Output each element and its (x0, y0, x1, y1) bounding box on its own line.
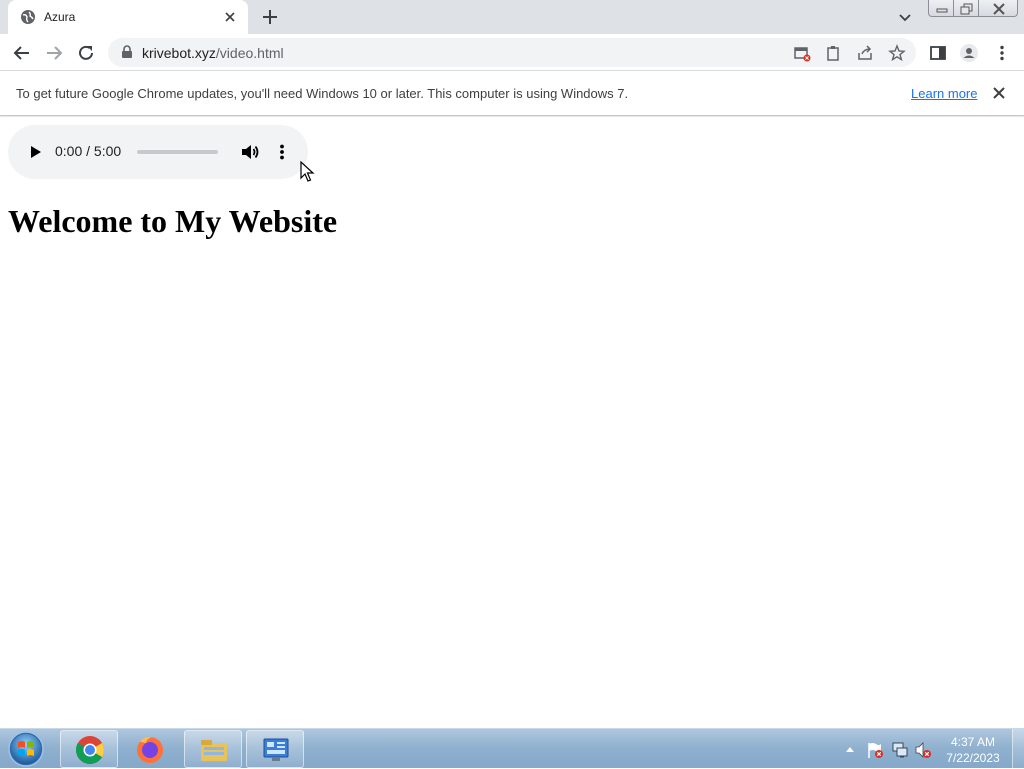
update-infobar: To get future Google Chrome updates, you… (0, 71, 1024, 116)
chevron-down-icon[interactable] (896, 8, 914, 26)
page-content: 0:00 / 5:00 Welcome to My Website (0, 117, 1024, 728)
new-tab-icon[interactable] (260, 7, 280, 27)
url-path: /video.html (215, 45, 284, 61)
clock-time: 4:37 AM (950, 735, 996, 749)
side-panel-icon[interactable] (928, 43, 948, 63)
audio-time: 0:00 / 5:00 (55, 143, 122, 159)
tab-strip: Azura (0, 0, 1024, 34)
network-icon[interactable] (891, 741, 909, 759)
taskbar-explorer-button[interactable] (184, 730, 242, 768)
url-host: krivebot.xyz (142, 45, 216, 61)
profile-avatar-icon[interactable] (959, 43, 979, 63)
menu-more-icon[interactable] (992, 43, 1012, 63)
globe-icon (21, 10, 35, 24)
minimize-icon (936, 8, 948, 13)
control-panel-icon (263, 738, 289, 761)
taskbar-control-panel-button[interactable] (246, 730, 304, 768)
chrome-icon (76, 736, 104, 764)
browser-toolbar: krivebot.xyz/video.html (0, 34, 1024, 71)
audio-player[interactable]: 0:00 / 5:00 (8, 125, 308, 179)
clock-date: 7/22/2023 (946, 751, 1000, 765)
infobar-message: To get future Google Chrome updates, you… (16, 86, 629, 101)
bookmark-star-icon[interactable] (888, 44, 906, 62)
action-center-flag-icon[interactable] (866, 741, 884, 759)
address-bar[interactable]: krivebot.xyz/video.html (108, 38, 916, 67)
mouse-cursor-icon (300, 161, 315, 182)
play-icon[interactable] (26, 143, 44, 161)
show-hidden-icons-icon[interactable] (845, 745, 855, 753)
minimize-button[interactable] (928, 0, 954, 17)
taskbar-chrome-button[interactable] (60, 730, 118, 768)
audio-seek-bar[interactable] (137, 150, 218, 154)
forward-arrow-icon[interactable] (44, 43, 64, 63)
close-icon[interactable] (991, 85, 1007, 101)
restore-icon (960, 3, 973, 15)
windows-taskbar: 4:37 AM 7/22/2023 (0, 728, 1024, 769)
firefox-icon[interactable] (134, 733, 166, 765)
file-explorer-icon (201, 740, 227, 761)
tab-title: Azura (44, 10, 76, 24)
tab-azura[interactable]: Azura (8, 0, 248, 34)
share-icon[interactable] (856, 44, 874, 62)
lock-icon[interactable] (120, 45, 134, 59)
windows-start-icon[interactable] (6, 730, 46, 768)
close-icon (993, 3, 1005, 15)
blocked-popup-icon[interactable] (793, 44, 811, 62)
restore-button[interactable] (953, 0, 979, 17)
volume-icon[interactable] (240, 142, 260, 162)
clipboard-icon[interactable] (824, 44, 842, 62)
window-close-button[interactable] (978, 0, 1018, 17)
page-heading: Welcome to My Website (8, 203, 338, 239)
show-desktop-button[interactable] (1012, 729, 1024, 769)
volume-muted-icon[interactable] (914, 741, 932, 759)
learn-more-link[interactable]: Learn more (911, 86, 977, 101)
back-arrow-icon[interactable] (12, 43, 32, 63)
reload-icon[interactable] (76, 43, 96, 63)
system-clock[interactable]: 4:37 AM 7/22/2023 (938, 734, 1008, 766)
url-text[interactable]: krivebot.xyz/video.html (142, 45, 284, 61)
close-tab-icon[interactable] (222, 9, 238, 25)
audio-more-options-icon[interactable] (272, 142, 292, 162)
